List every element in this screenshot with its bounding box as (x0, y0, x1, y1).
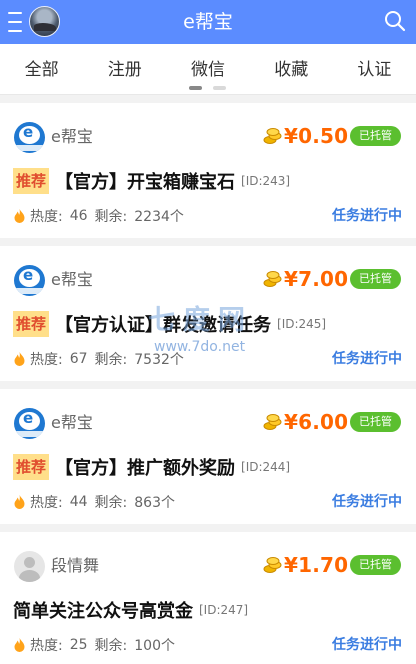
task-id: [ID:245] (277, 317, 327, 331)
task-id: [ID:243] (241, 174, 291, 188)
task-title-row: 简单关注公众号高赏金 [ID:247] (13, 596, 248, 624)
task-meta: 热度: 67 剩余: 7532个 (14, 349, 184, 369)
task-card[interactable]: e帮宝 ¥6.00 已托管 推荐 【官方】推广额外奖励 [ID:244] 热度:… (0, 389, 416, 524)
publisher-name: 段情舞 (51, 556, 100, 575)
tab-register[interactable]: 注册 (83, 44, 166, 94)
publisher-logo-icon (14, 265, 45, 296)
task-meta: 热度: 46 剩余: 2234个 (14, 206, 184, 226)
publisher-logo-icon (14, 408, 45, 439)
task-card[interactable]: e帮宝 ¥0.50 已托管 推荐 【官方】开宝箱赚宝石 [ID:243] 热度:… (0, 103, 416, 238)
recommend-tag: 推荐 (13, 168, 50, 194)
task-title-row: 推荐 【官方认证】群发邀请任务 [ID:245] (13, 310, 326, 338)
coin-icon (263, 128, 282, 144)
heat-value: 44 (69, 494, 88, 510)
coin-icon (263, 414, 282, 430)
task-id: [ID:244] (241, 460, 291, 474)
heat-label: 热度: (30, 638, 63, 654)
escrow-badge: 已托管 (350, 412, 401, 432)
remain-label: 剩余: (94, 352, 128, 368)
search-icon[interactable] (384, 10, 406, 32)
tab-all[interactable]: 全部 (0, 44, 83, 94)
remain-value: 100个 (134, 638, 175, 654)
publisher-logo-icon (14, 122, 45, 153)
fire-icon (14, 209, 25, 223)
remain-value: 863个 (134, 495, 175, 511)
heat-label: 热度: (30, 495, 63, 511)
publisher-name: e帮宝 (51, 127, 93, 146)
heat-label: 热度: (30, 209, 63, 225)
heat-value: 25 (69, 637, 88, 653)
remain-label: 剩余: (94, 209, 128, 225)
remain-label: 剩余: (94, 495, 128, 511)
fire-icon (14, 638, 25, 652)
reward-amount: ¥6.00 (284, 410, 349, 434)
task-title: 【官方认证】群发邀请任务 (55, 315, 272, 336)
remain-label: 剩余: (94, 638, 128, 654)
task-card[interactable]: 段情舞 ¥1.70 已托管 简单关注公众号高赏金 [ID:247] 热度: 25… (0, 532, 416, 664)
escrow-badge: 已托管 (350, 269, 401, 289)
publisher-avatar-icon (14, 551, 45, 582)
task-title-row: 推荐 【官方】推广额外奖励 [ID:244] (13, 453, 290, 481)
task-title: 简单关注公众号高赏金 (13, 601, 193, 622)
remain-value: 7532个 (134, 352, 184, 368)
category-tabs: 全部 注册 微信 收藏 认证 (0, 44, 416, 95)
escrow-badge: 已托管 (350, 555, 401, 575)
heat-value: 46 (69, 208, 88, 224)
remain-value: 2234个 (134, 209, 184, 225)
app-title: e帮宝 (183, 11, 233, 33)
fire-icon (14, 352, 25, 366)
task-card[interactable]: e帮宝 ¥7.00 已托管 推荐 【官方认证】群发邀请任务 [ID:245] 热… (0, 246, 416, 381)
task-status: 任务进行中 (332, 208, 402, 224)
tab-favorites[interactable]: 收藏 (250, 44, 333, 94)
reward-amount: ¥1.70 (284, 553, 349, 577)
task-title: 【官方】推广额外奖励 (55, 458, 236, 479)
heat-label: 热度: (30, 352, 63, 368)
tab-certified[interactable]: 认证 (333, 44, 416, 94)
escrow-badge: 已托管 (350, 126, 401, 146)
app-header: e帮宝 (0, 0, 416, 44)
task-status: 任务进行中 (332, 351, 402, 367)
task-meta: 热度: 25 剩余: 100个 (14, 635, 175, 655)
recommend-tag: 推荐 (13, 454, 50, 480)
task-status: 任务进行中 (332, 494, 402, 510)
coin-icon (263, 557, 282, 573)
task-id: [ID:247] (199, 603, 249, 617)
task-status: 任务进行中 (332, 637, 402, 653)
task-title: 【官方】开宝箱赚宝石 (55, 172, 236, 193)
tab-page-indicator (189, 86, 226, 90)
heat-value: 67 (69, 351, 88, 367)
recommend-tag: 推荐 (13, 311, 50, 337)
publisher-name: e帮宝 (51, 270, 93, 289)
reward-amount: ¥7.00 (284, 267, 349, 291)
reward-amount: ¥0.50 (284, 124, 349, 148)
publisher-name: e帮宝 (51, 413, 93, 432)
task-meta: 热度: 44 剩余: 863个 (14, 492, 175, 512)
coin-icon (263, 271, 282, 287)
fire-icon (14, 495, 25, 509)
task-title-row: 推荐 【官方】开宝箱赚宝石 [ID:243] (13, 167, 290, 195)
